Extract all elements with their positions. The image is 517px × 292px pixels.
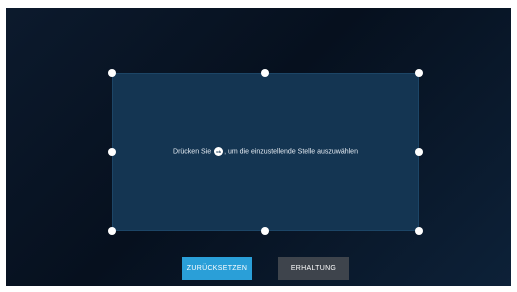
ok-button-icon: ok xyxy=(214,147,224,156)
reset-button[interactable]: ZURÜCKSETZEN xyxy=(182,257,252,280)
handle-top-center[interactable] xyxy=(261,69,269,77)
crop-area[interactable]: Drücken Sie ok, um die einzustellende St… xyxy=(112,73,419,231)
handle-middle-left[interactable] xyxy=(108,148,116,156)
handle-middle-right[interactable] xyxy=(415,148,423,156)
handle-bottom-right[interactable] xyxy=(415,227,423,235)
instruction-text: Drücken Sie ok, um die einzustellende St… xyxy=(113,147,418,157)
keep-button[interactable]: ERHALTUNG xyxy=(278,257,349,280)
handle-top-right[interactable] xyxy=(415,69,423,77)
handle-bottom-left[interactable] xyxy=(108,227,116,235)
instruction-after: , um die einzustellende Stelle auszuwähl… xyxy=(224,148,358,156)
handle-bottom-center[interactable] xyxy=(261,227,269,235)
instruction-before: Drücken Sie xyxy=(173,148,212,156)
screen-adjustment-screen: Drücken Sie ok, um die einzustellende St… xyxy=(6,8,511,286)
handle-top-left[interactable] xyxy=(108,69,116,77)
